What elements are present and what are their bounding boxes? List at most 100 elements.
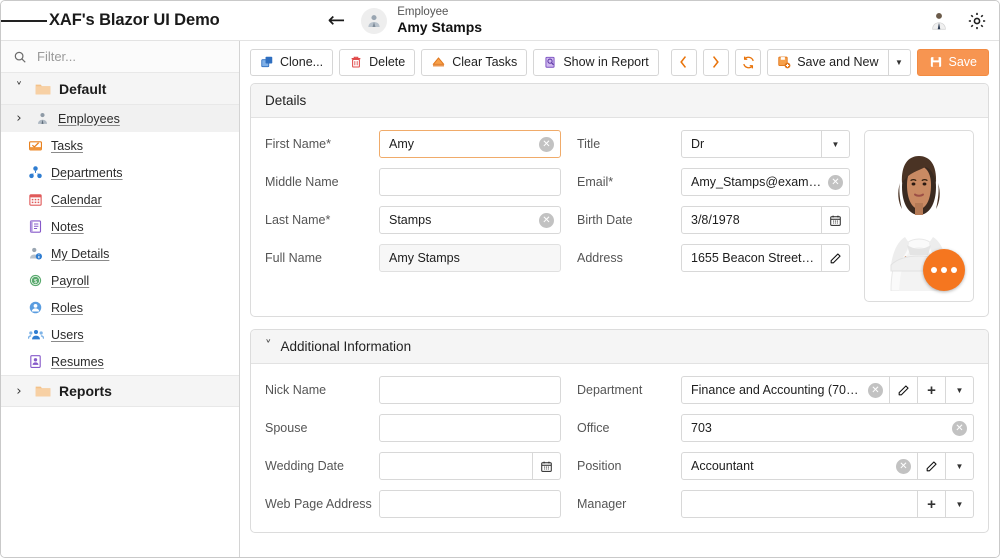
clear-icon[interactable]: ✕ xyxy=(896,459,911,474)
more-actions-icon[interactable] xyxy=(923,249,965,291)
clear-tasks-button[interactable]: Clear Tasks xyxy=(421,49,527,76)
department-icon xyxy=(27,164,44,181)
clear-icon[interactable]: ✕ xyxy=(539,137,554,152)
calendar-icon[interactable] xyxy=(533,452,561,480)
last-name-input[interactable]: Stamps ✕ xyxy=(379,206,561,234)
clone-button[interactable]: Clone... xyxy=(250,49,333,76)
gear-icon[interactable] xyxy=(965,9,989,33)
details-panel-title: Details xyxy=(265,93,306,108)
sidebar-item-departments[interactable]: Departments xyxy=(17,159,239,186)
field-label: Address xyxy=(577,251,681,265)
web-page-address-input[interactable] xyxy=(379,490,561,518)
field-value: Amy Stamps xyxy=(389,251,554,265)
show-in-report-button[interactable]: Show in Report xyxy=(533,49,658,76)
edit-pencil-icon[interactable] xyxy=(822,244,850,272)
field-web-page-address: Web Page Address xyxy=(265,490,561,518)
chevron-down-icon[interactable]: ▼ xyxy=(946,452,974,480)
save-and-new-split-button: Save and New ▼ xyxy=(767,49,910,76)
field-control xyxy=(379,452,561,480)
back-arrow-icon[interactable]: ← xyxy=(328,10,346,31)
field-value: 3/8/1978 xyxy=(691,213,815,227)
field-control: 703 ✕ xyxy=(681,414,974,442)
manager-input[interactable] xyxy=(681,490,918,518)
calendar-icon[interactable] xyxy=(822,206,850,234)
save-new-icon xyxy=(777,55,791,69)
sidebar-item-resumes[interactable]: Resumes xyxy=(17,348,239,375)
next-record-button[interactable] xyxy=(703,49,729,76)
wedding-date-input[interactable] xyxy=(379,452,533,480)
field-full-name: Full Name Amy Stamps xyxy=(265,244,561,272)
email-input[interactable]: Amy_Stamps@exampl... ✕ xyxy=(681,168,850,196)
sidebar-item-calendar[interactable]: Calendar xyxy=(17,186,239,213)
details-panel-header[interactable]: Details xyxy=(251,84,988,118)
position-input[interactable]: Accountant ✕ xyxy=(681,452,918,480)
field-control xyxy=(379,376,561,404)
sidebar-group-default[interactable]: ˅ Default xyxy=(1,73,239,105)
edit-pencil-icon[interactable] xyxy=(918,452,946,480)
save-button[interactable]: Save xyxy=(917,49,990,76)
sidebar: Filter... ˅ Default › xyxy=(1,41,240,557)
chevron-down-icon[interactable]: ˅ xyxy=(265,339,272,354)
middle-name-input[interactable] xyxy=(379,168,561,196)
sidebar-item-notes[interactable]: Notes xyxy=(17,213,239,240)
employee-icon xyxy=(365,12,383,30)
department-input[interactable]: Finance and Accounting (703, ... ✕ xyxy=(681,376,890,404)
chevron-down-icon[interactable]: ▼ xyxy=(946,376,974,404)
calendar-icon xyxy=(27,191,44,208)
chevron-down-icon[interactable]: ▼ xyxy=(822,130,850,158)
clear-icon[interactable]: ✕ xyxy=(868,383,883,398)
sidebar-item-employees[interactable]: › Employees xyxy=(1,105,239,132)
clear-icon[interactable]: ✕ xyxy=(952,421,967,436)
refresh-button[interactable] xyxy=(735,49,761,76)
field-spouse: Spouse xyxy=(265,414,561,442)
sidebar-filter[interactable]: Filter... xyxy=(1,41,239,73)
user-avatar-icon[interactable] xyxy=(927,9,951,33)
nick-name-input[interactable] xyxy=(379,376,561,404)
header-actions xyxy=(927,1,989,41)
payroll-icon: $ xyxy=(27,272,44,289)
clone-icon xyxy=(260,55,274,69)
title-input[interactable]: Dr xyxy=(681,130,822,158)
previous-record-button[interactable] xyxy=(671,49,697,76)
first-name-input[interactable]: Amy ✕ xyxy=(379,130,561,158)
hamburger-icon[interactable] xyxy=(1,1,47,41)
field-label: Wedding Date xyxy=(265,459,379,473)
field-middle-name: Middle Name xyxy=(265,168,561,196)
address-input[interactable]: 1655 Beacon Street, O... xyxy=(681,244,822,272)
sidebar-item-users[interactable]: Users xyxy=(17,321,239,348)
sidebar-item-payroll[interactable]: $ Payroll xyxy=(17,267,239,294)
field-value: Finance and Accounting (703, ... xyxy=(691,383,864,397)
field-control: Finance and Accounting (703, ... ✕ xyxy=(681,376,974,404)
action-toolbar: Clone... Delete Clear xyxy=(240,41,999,83)
add-icon[interactable]: + xyxy=(918,490,946,518)
sidebar-item-label: Tasks xyxy=(51,139,83,153)
sidebar-item-my-details[interactable]: My Details xyxy=(17,240,239,267)
office-input[interactable]: 703 ✕ xyxy=(681,414,974,442)
chevron-right-icon[interactable]: › xyxy=(11,111,27,126)
chevron-down-icon[interactable]: ▼ xyxy=(946,490,974,518)
additional-columns: Nick Name Spouse xyxy=(265,376,974,518)
sidebar-item-roles[interactable]: Roles xyxy=(17,294,239,321)
save-and-new-dropdown[interactable]: ▼ xyxy=(889,49,911,76)
clear-icon[interactable]: ✕ xyxy=(539,213,554,228)
sidebar-group-reports[interactable]: › Reports xyxy=(1,375,239,407)
birth-date-input[interactable]: 3/8/1978 xyxy=(681,206,822,234)
save-and-new-button[interactable]: Save and New xyxy=(767,49,888,76)
field-label: Spouse xyxy=(265,421,379,435)
spouse-input[interactable] xyxy=(379,414,561,442)
eraser-icon xyxy=(431,55,446,69)
delete-button[interactable]: Delete xyxy=(339,49,415,76)
sidebar-item-label: Calendar xyxy=(51,193,102,207)
additional-panel-header[interactable]: ˅ Additional Information xyxy=(251,330,988,364)
chevron-down-icon: ˅ xyxy=(11,81,27,96)
sidebar-item-tasks[interactable]: Tasks xyxy=(17,132,239,159)
field-label: Web Page Address xyxy=(265,497,379,511)
field-control xyxy=(379,168,561,196)
field-label: Birth Date xyxy=(577,213,681,227)
add-icon[interactable]: + xyxy=(918,376,946,404)
clear-icon[interactable]: ✕ xyxy=(828,175,843,190)
field-control: Dr ▼ xyxy=(681,130,850,158)
edit-pencil-icon[interactable] xyxy=(890,376,918,404)
field-control: Amy_Stamps@exampl... ✕ xyxy=(681,168,850,196)
employee-icon xyxy=(34,110,51,127)
